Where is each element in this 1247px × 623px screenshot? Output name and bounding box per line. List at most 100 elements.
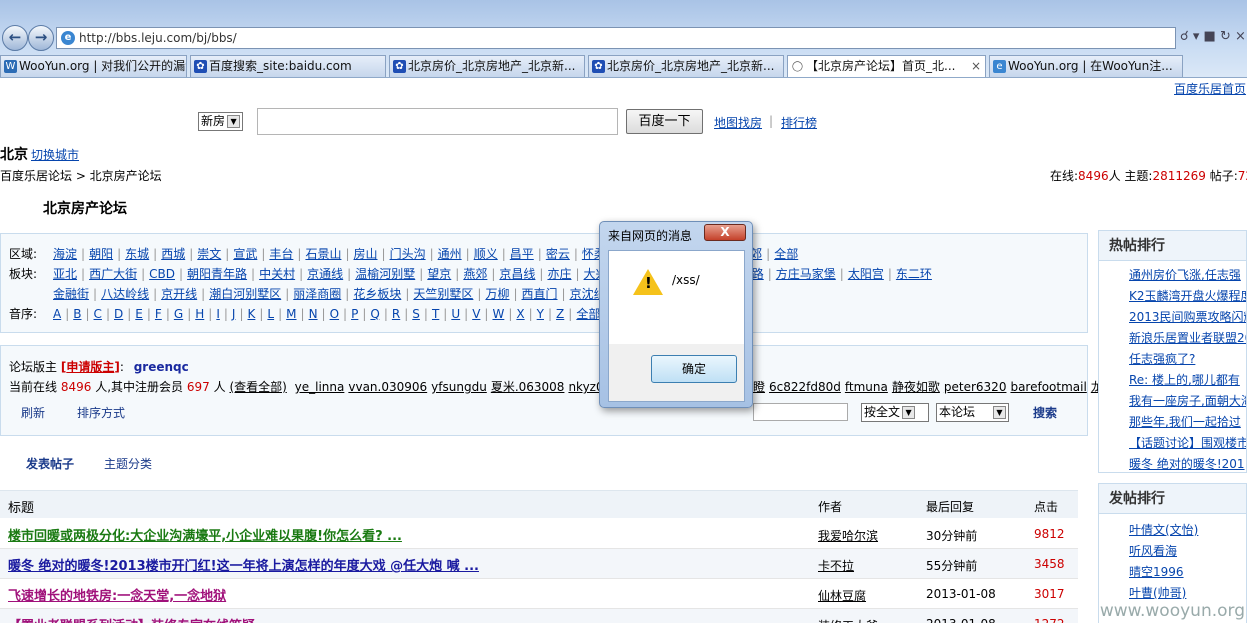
area-link[interactable]: 宣武 xyxy=(233,247,257,261)
letter-link[interactable]: U xyxy=(451,307,460,321)
online-user-link[interactable]: 瞪 xyxy=(753,380,765,394)
author-link[interactable]: 装修工大爷 xyxy=(818,617,878,623)
hot-post-link[interactable]: 暖冬 绝对的暖冬!201 xyxy=(1129,457,1245,471)
author-link[interactable]: 我爱哈尔滨 xyxy=(818,527,878,544)
hot-post-link[interactable]: 通州房价飞涨,任志强 xyxy=(1129,268,1241,282)
search-icon[interactable]: ☌ xyxy=(1180,29,1189,44)
letter-link[interactable]: H xyxy=(195,307,204,321)
thread-title-link[interactable]: 飞速增长的地铁房:一念天堂,一念地狱 xyxy=(8,585,226,604)
thread-title-link[interactable]: 【置业老联盟系列活动】装修专家在线答疑 xyxy=(8,615,255,623)
letter-link[interactable]: O xyxy=(330,307,339,321)
block-link[interactable]: 东二环 xyxy=(896,267,932,281)
area-link[interactable]: 全部 xyxy=(774,247,798,261)
area-link[interactable]: 石景山 xyxy=(305,247,341,261)
area-link[interactable]: 西城 xyxy=(161,247,185,261)
block-link[interactable]: 花乡板块 xyxy=(353,287,401,301)
rank-link[interactable]: 排行榜 xyxy=(781,114,817,131)
area-link[interactable]: 丰台 xyxy=(269,247,293,261)
letter-link[interactable]: C xyxy=(94,307,102,321)
block-link[interactable]: 望京 xyxy=(427,267,451,281)
letter-link[interactable]: J xyxy=(232,307,236,321)
online-user-link[interactable]: peter6320 xyxy=(944,380,1007,394)
tab-close-icon[interactable]: × xyxy=(971,56,981,76)
search-input[interactable] xyxy=(257,108,618,135)
back-button[interactable]: ← xyxy=(2,25,28,51)
online-user-link[interactable]: ye_linna xyxy=(295,380,345,394)
block-link[interactable]: 京开线 xyxy=(161,287,197,301)
online-user-link[interactable]: yfsungdu xyxy=(431,380,487,394)
letter-link[interactable]: F xyxy=(155,307,162,321)
hot-post-link[interactable]: 2013民间购票攻略闪耀 xyxy=(1129,310,1246,324)
letter-link[interactable]: R xyxy=(392,307,400,321)
poster-link[interactable]: 晴空1996 xyxy=(1129,565,1184,579)
apply-moderator-link[interactable]: 申请版主 xyxy=(66,360,114,374)
forum-search-input[interactable] xyxy=(753,403,848,421)
letter-link[interactable]: 全部 xyxy=(576,307,600,321)
letter-link[interactable]: L xyxy=(267,307,274,321)
online-user-link[interactable]: vvan.030906 xyxy=(348,380,427,394)
lock-icon[interactable]: ■ xyxy=(1204,29,1216,44)
letter-link[interactable]: N xyxy=(309,307,318,321)
area-link[interactable]: 海淀 xyxy=(53,247,77,261)
search-scope-select[interactable]: 按全文 ▼ xyxy=(861,403,929,422)
letter-link[interactable]: A xyxy=(53,307,61,321)
block-link[interactable]: 亚北 xyxy=(53,267,77,281)
hot-post-link[interactable]: 那些年,我们一起拾过 xyxy=(1129,415,1241,429)
switch-city-link[interactable]: 切换城市 xyxy=(31,146,79,163)
tab-baidu-search[interactable]: ✿ 百度搜索_site:baidu.com xyxy=(190,55,386,77)
block-link[interactable]: 温榆河别墅 xyxy=(355,267,415,281)
letter-link[interactable]: Y xyxy=(537,307,544,321)
area-link[interactable]: 崇文 xyxy=(197,247,221,261)
area-link[interactable]: 昌平 xyxy=(510,247,534,261)
thread-title-link[interactable]: 暖冬 绝对的暖冬!2013楼市开门红!这一年将上演怎样的年度大戏 @任大炮 喊 … xyxy=(8,555,479,574)
letter-link[interactable]: E xyxy=(135,307,143,321)
online-user-link[interactable]: 静夜如歌 xyxy=(892,380,940,394)
block-link[interactable]: 万柳 xyxy=(485,287,509,301)
map-search-link[interactable]: 地图找房 xyxy=(714,114,762,131)
baidu-search-button[interactable]: 百度一下 xyxy=(626,109,703,134)
block-link[interactable]: CBD xyxy=(149,267,175,281)
poster-link[interactable]: 听风看海 xyxy=(1129,544,1177,558)
hot-post-link[interactable]: 新浪乐居置业者联盟20 xyxy=(1129,331,1246,345)
search-range-select[interactable]: 本论坛 ▼ xyxy=(936,403,1009,422)
letter-link[interactable]: B xyxy=(73,307,81,321)
address-bar[interactable]: e http://bbs.leju.com/bj/bbs/ xyxy=(56,27,1176,49)
block-link[interactable]: 京通线 xyxy=(307,267,343,281)
letter-link[interactable]: K xyxy=(248,307,256,321)
block-link[interactable]: 中关村 xyxy=(259,267,295,281)
block-link[interactable]: 西直门 xyxy=(522,287,558,301)
tab-bj-forum[interactable]: ◯ 【北京房产论坛】首页_北... × xyxy=(787,55,986,77)
close-icon[interactable]: × xyxy=(1235,29,1246,44)
online-user-link[interactable]: ftmuna xyxy=(845,380,888,394)
top-home-link[interactable]: 百度乐居首页 xyxy=(1174,80,1246,97)
block-link[interactable]: 八达岭线 xyxy=(101,287,149,301)
moderator-link[interactable]: greenqc xyxy=(134,360,189,374)
area-link[interactable]: 密云 xyxy=(546,247,570,261)
hot-post-link[interactable]: 【话题讨论】围观楼市 xyxy=(1129,436,1246,450)
letter-link[interactable]: V xyxy=(472,307,480,321)
sort-link[interactable]: 排序方式 xyxy=(77,404,125,421)
area-link[interactable]: 通州 xyxy=(438,247,462,261)
forward-button[interactable]: → xyxy=(28,25,54,51)
refresh-icon[interactable]: ↻ xyxy=(1220,29,1231,44)
block-link[interactable]: 方庄马家堡 xyxy=(776,267,836,281)
hot-post-link[interactable]: 任志强疯了? xyxy=(1129,352,1195,366)
letter-link[interactable]: Q xyxy=(370,307,379,321)
letter-link[interactable]: W xyxy=(492,307,504,321)
letter-link[interactable]: T xyxy=(432,307,439,321)
refresh-link[interactable]: 刷新 xyxy=(21,404,45,421)
block-link[interactable]: 京昌线 xyxy=(499,267,535,281)
letter-link[interactable]: X xyxy=(516,307,524,321)
thread-title-link[interactable]: 楼市回暖或两极分化:大企业沟满壕平,小企业难以果腹!你怎么看? ... xyxy=(8,525,402,544)
search-type-select[interactable]: 新房 ▼ xyxy=(198,112,244,131)
block-link[interactable]: 天竺别墅区 xyxy=(413,287,473,301)
hot-post-link[interactable]: 我有一座房子,面朝大海 xyxy=(1129,394,1246,408)
block-link[interactable]: 丽泽商圈 xyxy=(293,287,341,301)
category-link[interactable]: 主题分类 xyxy=(104,455,152,472)
poster-link[interactable]: 叶曹(帅哥) xyxy=(1129,586,1186,600)
letter-link[interactable]: S xyxy=(412,307,420,321)
letter-link[interactable]: M xyxy=(286,307,296,321)
area-link[interactable]: 朝阳 xyxy=(89,247,113,261)
tab-bj-price-2[interactable]: ✿ 北京房价_北京房地产_北京新... xyxy=(588,55,784,77)
block-link[interactable]: 燕郊 xyxy=(463,267,487,281)
